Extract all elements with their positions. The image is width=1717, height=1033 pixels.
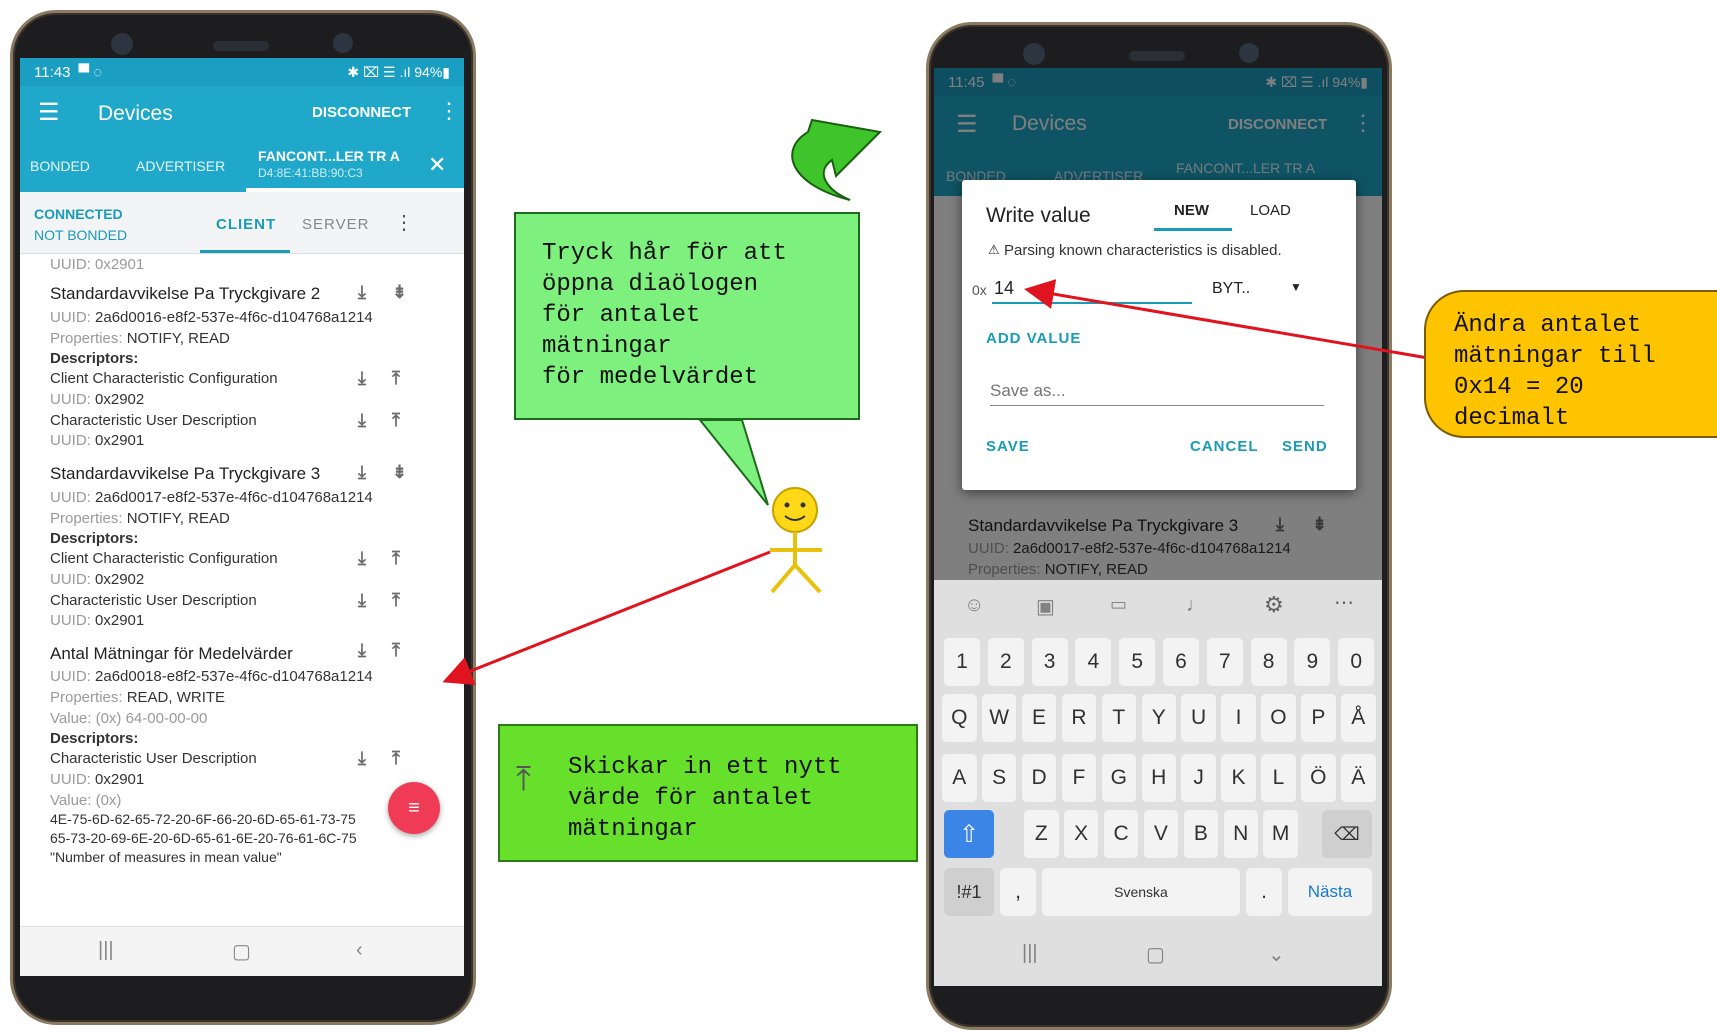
green-curved-arrow — [791, 118, 883, 201]
bubble1-line1: Tryck hår för att — [542, 240, 787, 267]
instruction-bubble-open-dialog: Tryck hår för att öppna diaölogen för an… — [514, 212, 860, 420]
instruction-box-send: ⤒ Skickar in ett nytt värde för antalet … — [498, 724, 918, 862]
bubble1-line4: mätningar — [542, 333, 672, 360]
bubble2-line1: Skickar in ett nytt — [568, 754, 842, 781]
upload-icon: ⤒ — [516, 759, 532, 799]
bubble-tail — [697, 419, 769, 506]
bubble2-line2: värde för antalet — [568, 785, 813, 812]
smiley-head — [772, 487, 818, 533]
bubble1-line3: för antalet — [542, 302, 701, 329]
bubble3-line1: Ändra antalet — [1454, 312, 1642, 339]
annotation-arrows — [442, 118, 1429, 686]
bubble3-line4: decimalt — [1454, 405, 1570, 432]
bubble1-line5: för medelvärdet — [542, 364, 759, 391]
bubble3-line2: mätningar till — [1454, 343, 1656, 370]
bubble3-line3: 0x14 = 20 — [1454, 374, 1584, 401]
instruction-box-change-value: Ändra antalet mätningar till 0x14 = 20 d… — [1424, 290, 1717, 438]
bubble2-line3: mätningar — [568, 816, 698, 843]
bubble1-line2: öppna diaölogen — [542, 271, 759, 298]
red-arrow-to-write — [442, 550, 771, 686]
red-arrow-to-value — [1024, 279, 1429, 360]
stick-figure — [770, 532, 822, 594]
